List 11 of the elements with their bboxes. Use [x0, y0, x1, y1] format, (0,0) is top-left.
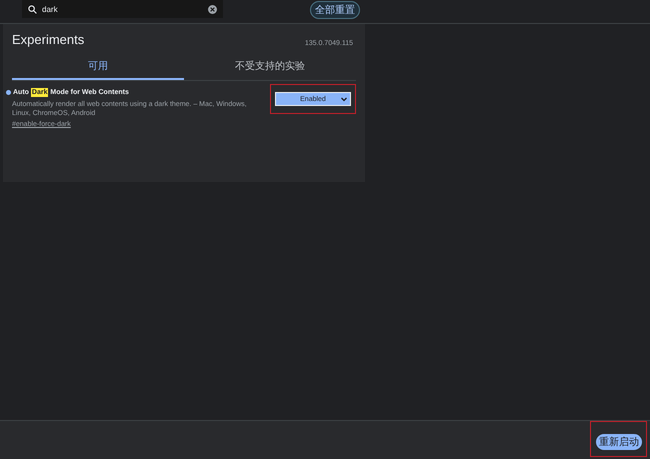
search-icon: [28, 4, 37, 14]
search-input[interactable]: dark: [42, 4, 203, 14]
clear-icon[interactable]: [208, 4, 217, 14]
tab[interactable]: 可用: [12, 55, 184, 80]
experiment-dot-icon: [6, 90, 11, 95]
page-title: Experiments: [12, 32, 84, 47]
relaunch-button[interactable]: 重新启动: [596, 434, 642, 450]
reset-all-button[interactable]: 全部重置: [310, 1, 360, 19]
caret-icon: [341, 97, 347, 102]
tab[interactable]: 不受支持的实验: [184, 55, 356, 80]
search-field[interactable]: dark: [22, 0, 223, 18]
